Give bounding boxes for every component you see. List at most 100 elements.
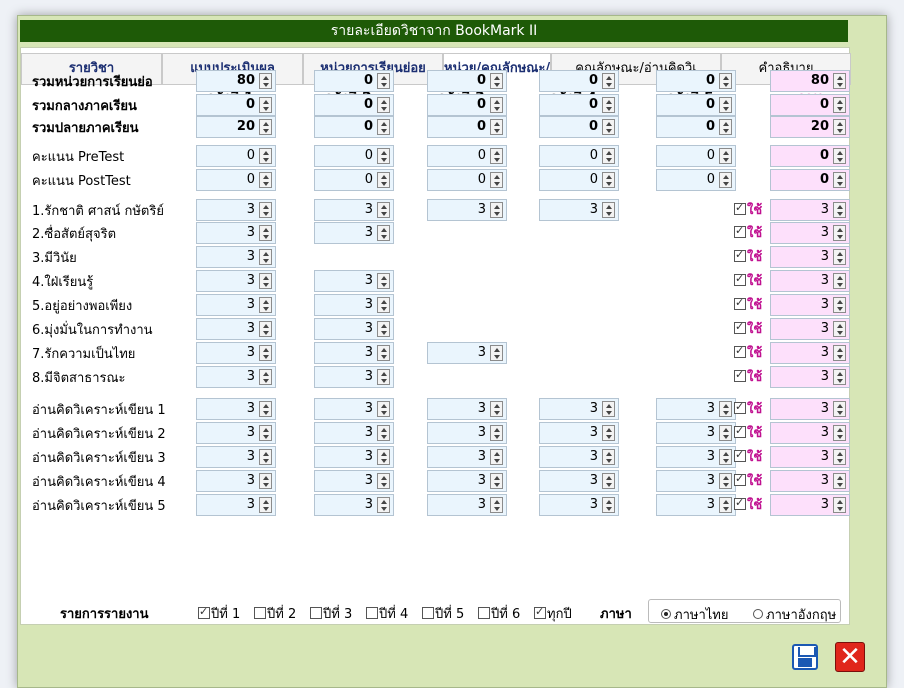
score-spinner[interactable]: 0 bbox=[196, 145, 276, 167]
score-spinner[interactable]: 3 bbox=[539, 470, 619, 492]
spinner-arrows-icon[interactable] bbox=[490, 202, 503, 218]
spinner-arrows-icon[interactable] bbox=[259, 97, 272, 113]
total-spinner[interactable]: 3 bbox=[770, 294, 850, 316]
spinner-arrows-icon[interactable] bbox=[490, 345, 503, 361]
spinner-arrows-icon[interactable] bbox=[259, 119, 272, 135]
score-spinner[interactable]: 3 bbox=[196, 318, 276, 340]
total-spinner[interactable]: 0 bbox=[770, 169, 850, 191]
spinner-arrows-icon[interactable] bbox=[490, 172, 503, 188]
spinner-arrows-icon[interactable] bbox=[602, 473, 615, 489]
spinner-arrows-icon[interactable] bbox=[377, 225, 390, 241]
spinner-arrows-icon[interactable] bbox=[490, 119, 503, 135]
spinner-arrows-icon[interactable] bbox=[833, 425, 846, 441]
spinner-arrows-icon[interactable] bbox=[377, 449, 390, 465]
score-spinner[interactable]: 3 bbox=[196, 246, 276, 268]
score-spinner[interactable]: 0 bbox=[539, 94, 619, 116]
spinner-arrows-icon[interactable] bbox=[259, 401, 272, 417]
spinner-arrows-icon[interactable] bbox=[719, 119, 732, 135]
use-checkbox[interactable]: ใช้ bbox=[734, 422, 762, 443]
spinner-arrows-icon[interactable] bbox=[377, 401, 390, 417]
score-spinner[interactable]: 0 bbox=[539, 169, 619, 191]
spinner-arrows-icon[interactable] bbox=[833, 202, 846, 218]
score-spinner[interactable]: 3 bbox=[314, 199, 394, 221]
spinner-arrows-icon[interactable] bbox=[377, 473, 390, 489]
score-spinner[interactable]: 3 bbox=[314, 318, 394, 340]
spinner-arrows-icon[interactable] bbox=[833, 119, 846, 135]
spinner-arrows-icon[interactable] bbox=[377, 202, 390, 218]
score-spinner[interactable]: 3 bbox=[314, 342, 394, 364]
spinner-arrows-icon[interactable] bbox=[259, 425, 272, 441]
score-spinner[interactable]: 3 bbox=[539, 398, 619, 420]
spinner-arrows-icon[interactable] bbox=[259, 449, 272, 465]
use-checkbox[interactable]: ใช้ bbox=[734, 294, 762, 315]
score-spinner[interactable]: 3 bbox=[314, 422, 394, 444]
spinner-arrows-icon[interactable] bbox=[377, 369, 390, 385]
score-spinner[interactable]: 80 bbox=[196, 70, 276, 92]
use-checkbox[interactable]: ใช้ bbox=[734, 318, 762, 339]
spinner-arrows-icon[interactable] bbox=[833, 497, 846, 513]
spinner-arrows-icon[interactable] bbox=[259, 148, 272, 164]
spinner-arrows-icon[interactable] bbox=[490, 497, 503, 513]
spinner-arrows-icon[interactable] bbox=[259, 497, 272, 513]
score-spinner[interactable]: 3 bbox=[314, 222, 394, 244]
score-spinner[interactable]: 3 bbox=[314, 446, 394, 468]
total-spinner[interactable]: 0 bbox=[770, 94, 850, 116]
spinner-arrows-icon[interactable] bbox=[719, 425, 732, 441]
score-spinner[interactable]: 3 bbox=[196, 470, 276, 492]
spinner-arrows-icon[interactable] bbox=[833, 148, 846, 164]
score-spinner[interactable]: 0 bbox=[539, 145, 619, 167]
spinner-arrows-icon[interactable] bbox=[490, 148, 503, 164]
use-checkbox[interactable]: ใช้ bbox=[734, 446, 762, 467]
save-icon[interactable] bbox=[792, 644, 818, 670]
spinner-arrows-icon[interactable] bbox=[833, 297, 846, 313]
score-spinner[interactable]: 3 bbox=[539, 422, 619, 444]
score-spinner[interactable]: 3 bbox=[656, 398, 736, 420]
score-spinner[interactable]: 0 bbox=[656, 70, 736, 92]
spinner-arrows-icon[interactable] bbox=[602, 97, 615, 113]
spinner-arrows-icon[interactable] bbox=[602, 148, 615, 164]
total-spinner[interactable]: 3 bbox=[770, 222, 850, 244]
spinner-arrows-icon[interactable] bbox=[833, 73, 846, 89]
spinner-arrows-icon[interactable] bbox=[259, 249, 272, 265]
spinner-arrows-icon[interactable] bbox=[602, 401, 615, 417]
spinner-arrows-icon[interactable] bbox=[377, 97, 390, 113]
total-spinner[interactable]: 3 bbox=[770, 342, 850, 364]
score-spinner[interactable]: 3 bbox=[539, 199, 619, 221]
use-checkbox[interactable]: ใช้ bbox=[734, 366, 762, 387]
spinner-arrows-icon[interactable] bbox=[259, 202, 272, 218]
score-spinner[interactable]: 3 bbox=[427, 446, 507, 468]
total-spinner[interactable]: 3 bbox=[770, 318, 850, 340]
language-radio-1[interactable]: ภาษาไทย bbox=[661, 604, 728, 625]
total-spinner[interactable]: 3 bbox=[770, 246, 850, 268]
spinner-arrows-icon[interactable] bbox=[719, 73, 732, 89]
score-spinner[interactable]: 3 bbox=[427, 422, 507, 444]
spinner-arrows-icon[interactable] bbox=[377, 273, 390, 289]
score-spinner[interactable]: 0 bbox=[427, 169, 507, 191]
spinner-arrows-icon[interactable] bbox=[602, 73, 615, 89]
use-checkbox[interactable]: ใช้ bbox=[734, 342, 762, 363]
use-checkbox[interactable]: ใช้ bbox=[734, 494, 762, 515]
score-spinner[interactable]: 0 bbox=[539, 70, 619, 92]
spinner-arrows-icon[interactable] bbox=[377, 119, 390, 135]
spinner-arrows-icon[interactable] bbox=[719, 497, 732, 513]
score-spinner[interactable]: 3 bbox=[539, 494, 619, 516]
score-spinner[interactable]: 0 bbox=[196, 169, 276, 191]
score-spinner[interactable]: 20 bbox=[196, 116, 276, 138]
use-checkbox[interactable]: ใช้ bbox=[734, 270, 762, 291]
spinner-arrows-icon[interactable] bbox=[490, 73, 503, 89]
score-spinner[interactable]: 3 bbox=[427, 494, 507, 516]
use-checkbox[interactable]: ใช้ bbox=[734, 199, 762, 220]
year-checkbox-5[interactable]: ปีที่ 5 bbox=[422, 603, 464, 624]
score-spinner[interactable]: 3 bbox=[656, 422, 736, 444]
score-spinner[interactable]: 0 bbox=[656, 169, 736, 191]
spinner-arrows-icon[interactable] bbox=[377, 345, 390, 361]
score-spinner[interactable]: 3 bbox=[196, 294, 276, 316]
year-checkbox-7[interactable]: ทุกปี bbox=[534, 603, 572, 624]
score-spinner[interactable]: 0 bbox=[427, 145, 507, 167]
score-spinner[interactable]: 3 bbox=[539, 446, 619, 468]
year-checkbox-1[interactable]: ปีที่ 1 bbox=[198, 603, 240, 624]
spinner-arrows-icon[interactable] bbox=[490, 473, 503, 489]
spinner-arrows-icon[interactable] bbox=[259, 321, 272, 337]
score-spinner[interactable]: 3 bbox=[314, 494, 394, 516]
spinner-arrows-icon[interactable] bbox=[833, 273, 846, 289]
